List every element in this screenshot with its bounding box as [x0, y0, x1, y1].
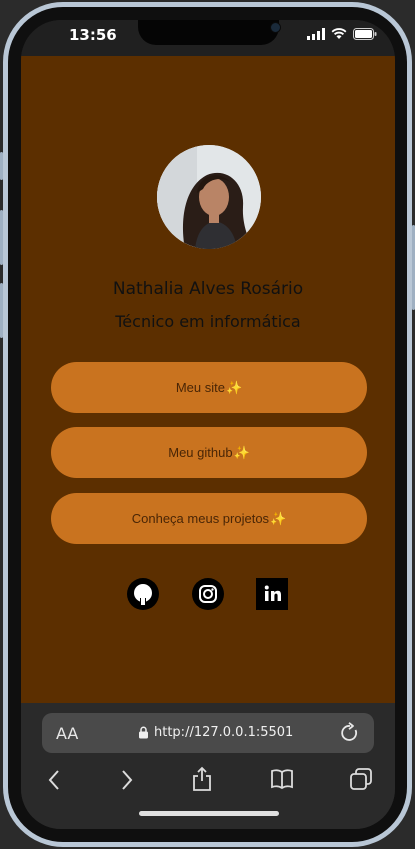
- link-button-label: Conheça meus projetos: [131, 511, 270, 526]
- url-text: http://127.0.0.1:5501: [154, 725, 294, 740]
- profile-name: Nathalia Alves Rosário: [112, 279, 304, 299]
- system-icons: [307, 28, 377, 40]
- profile-photo: [157, 145, 261, 249]
- screen: 13:56 Nathalia Alves Rosário Técnico em …: [21, 20, 395, 829]
- back-icon[interactable]: [47, 769, 61, 791]
- github-icon[interactable]: [127, 578, 159, 610]
- link-button-projects[interactable]: Conheça meus projetos ✨: [51, 493, 367, 544]
- status-time: 13:56: [69, 26, 117, 44]
- volume-up-button: [0, 210, 3, 265]
- share-icon[interactable]: [192, 766, 212, 792]
- wifi-icon: [331, 28, 347, 39]
- volume-down-button: [0, 283, 3, 338]
- address-bar[interactable]: AA http://127.0.0.1:5501: [42, 713, 374, 753]
- sparkles-icon: ✨: [233, 444, 250, 460]
- sparkles-icon: ✨: [270, 510, 287, 526]
- link-button-label: Meu site: [175, 380, 225, 395]
- link-button-site[interactable]: Meu site ✨: [51, 362, 367, 413]
- forward-icon[interactable]: [120, 769, 134, 791]
- sparkles-icon: ✨: [225, 379, 243, 395]
- link-button-github[interactable]: Meu github ✨: [51, 427, 367, 478]
- camera-icon: [270, 22, 281, 33]
- linkedin-icon[interactable]: [256, 578, 288, 610]
- bookmarks-icon[interactable]: [270, 768, 294, 790]
- link-button-label: Meu github: [168, 445, 233, 460]
- battery-icon: [353, 28, 377, 40]
- tabs-icon[interactable]: [350, 768, 372, 790]
- reload-icon[interactable]: [340, 722, 360, 744]
- notch: [138, 20, 281, 45]
- instagram-icon[interactable]: [192, 578, 224, 610]
- browser-toolbar: AA http://127.0.0.1:5501: [21, 703, 395, 829]
- home-indicator: [139, 811, 279, 816]
- lock-icon: [139, 726, 148, 739]
- status-bar: 13:56: [21, 20, 395, 56]
- avatar: [157, 145, 261, 249]
- profile-role: Técnico em informática: [115, 312, 301, 331]
- page-content: Nathalia Alves Rosário Técnico em inform…: [21, 56, 395, 703]
- text-size-button[interactable]: AA: [56, 724, 78, 743]
- side-button: [0, 152, 3, 180]
- signal-icon: [307, 28, 325, 40]
